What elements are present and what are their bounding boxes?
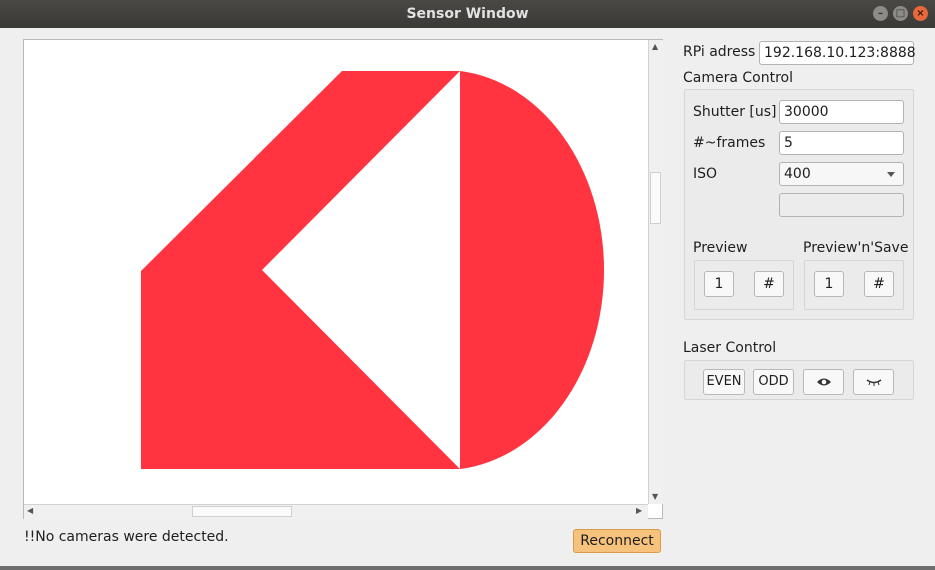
iso-selected-value: 400 xyxy=(784,166,811,182)
preview-continuous-button[interactable]: # xyxy=(754,271,784,297)
camera-control-group: Shutter [us] 30000 #~frames 5 ISO 400 Pr… xyxy=(684,89,914,320)
shutter-input[interactable]: 30000 xyxy=(779,100,904,124)
scroll-left-icon[interactable]: ◀ xyxy=(27,506,33,515)
camera-control-title: Camera Control xyxy=(683,70,793,86)
sensor-window: Sensor Window – □ × ▲ ▼ ◀ ▶ !!No cameras… xyxy=(0,0,935,566)
shutter-label: Shutter [us] xyxy=(693,104,777,120)
preview-label: Preview xyxy=(693,240,748,256)
laser-on-button[interactable] xyxy=(803,369,844,395)
rpi-address-input[interactable]: 192.168.10.123:8888 xyxy=(759,41,916,65)
frames-label: #~frames xyxy=(693,135,766,151)
status-message: !!No cameras were detected. xyxy=(24,529,229,545)
close-icon[interactable]: × xyxy=(913,6,928,21)
title-bar: Sensor Window – □ × xyxy=(0,0,935,28)
preview-save-label: Preview'n'Save xyxy=(803,240,909,256)
horizontal-scrollbar[interactable]: ◀ ▶ xyxy=(24,504,648,519)
minimize-icon[interactable]: – xyxy=(873,6,888,21)
preview-image xyxy=(141,71,605,469)
laser-even-button[interactable]: EVEN xyxy=(703,369,745,395)
iso-select[interactable]: 400 xyxy=(779,162,904,186)
frames-input[interactable]: 5 xyxy=(779,131,904,155)
maximize-icon[interactable]: □ xyxy=(893,6,908,21)
laser-odd-button[interactable]: ODD xyxy=(753,369,794,395)
laser-off-button[interactable] xyxy=(853,369,894,395)
scroll-down-icon[interactable]: ▼ xyxy=(652,492,658,501)
scroll-right-icon[interactable]: ▶ xyxy=(636,506,642,515)
preview-one-button[interactable]: 1 xyxy=(704,271,734,297)
laser-control-group: EVEN ODD xyxy=(684,360,914,400)
laser-control-title: Laser Control xyxy=(683,340,777,356)
preview-save-continuous-button[interactable]: # xyxy=(864,271,894,297)
extra-field[interactable] xyxy=(779,193,904,217)
chevron-down-icon xyxy=(887,172,895,177)
vertical-scroll-thumb[interactable] xyxy=(650,172,661,224)
iso-label: ISO xyxy=(693,166,718,182)
camera-preview-area xyxy=(23,39,663,519)
rpi-address-label: RPi adress xyxy=(683,44,756,60)
preview-save-group: 1 # xyxy=(804,260,904,310)
horizontal-scroll-thumb[interactable] xyxy=(192,506,292,517)
window-title: Sensor Window xyxy=(406,6,529,22)
logo-red-arc xyxy=(460,71,605,469)
preview-group: 1 # xyxy=(694,260,794,310)
preview-save-one-button[interactable]: 1 xyxy=(814,271,844,297)
eye-icon xyxy=(816,378,831,386)
closed-eye-icon xyxy=(866,379,881,386)
reconnect-button[interactable]: Reconnect xyxy=(573,529,661,553)
scroll-up-icon[interactable]: ▲ xyxy=(652,42,658,51)
vertical-scrollbar[interactable]: ▲ ▼ xyxy=(648,40,663,504)
